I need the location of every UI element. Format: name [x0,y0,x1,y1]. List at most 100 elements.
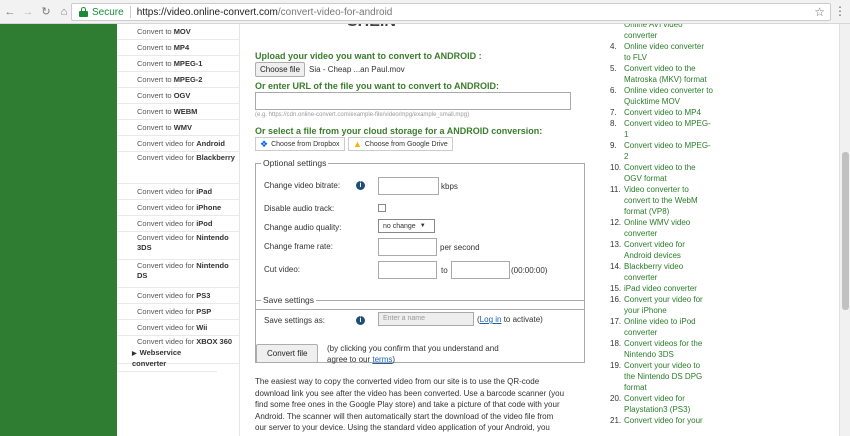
audio-quality-label: Change audio quality: [264,223,342,232]
audio-quality-select[interactable]: no change ▼ [378,219,435,233]
back-arrow-icon[interactable]: ← [2,4,18,20]
bitrate-label: Change video bitrate: [264,181,341,190]
cut-video-label: Cut video: [264,265,301,274]
scrollbar-thumb[interactable] [842,152,849,310]
format-list-item[interactable]: 20. Convert video for Playstation3 (PS3) [605,393,730,415]
sidebar-item[interactable]: Convert video for PS3 [117,288,240,304]
format-list-item[interactable]: 4. Online video converter to FLV [605,41,730,63]
frame-rate-label: Change frame rate: [264,242,333,251]
dropbox-button[interactable]: ❖ Choose from Dropbox [255,137,345,151]
bitrate-input[interactable] [378,177,439,195]
save-settings-legend: Save settings [261,295,317,305]
format-list-item[interactable]: 18. Convert videos for the Nintendo 3DS [605,338,730,360]
sidebar-item[interactable]: Convert video for Blackberry [117,152,240,184]
format-list-item[interactable]: 14. Blackberry video converter [605,261,730,283]
save-as-label: Save settings as: [264,316,325,325]
sidebar: Convert to MOV Convert to MP4 Convert to M… [117,24,240,436]
scrollbar[interactable] [839,24,850,436]
format-list-item[interactable]: 13. Convert video for Android devices [605,239,730,261]
format-list-item[interactable]: 8. Convert video to MPEG- 1 [605,118,730,140]
secure-label: Secure [92,6,124,18]
optional-settings-legend: Optional settings [261,158,329,168]
cut-end-input[interactable] [451,261,510,279]
login-hint: (Log in to activate) [477,315,543,324]
left-background [0,24,117,436]
address-bar[interactable]: Secure https://video.online-convert.com/… [71,3,831,21]
bookmark-star-icon[interactable]: ☆ [814,5,825,19]
sidebar-item[interactable]: Convert to MOV [117,24,240,40]
sidebar-item[interactable]: Convert to OGV [117,88,240,104]
url-example: (e.g. https://cdn.online-convert.com/exa… [255,112,470,118]
info-icon[interactable]: i [356,316,365,325]
sidebar-item[interactable]: Convert video for iPad [117,184,240,200]
dropdown-arrow-icon: ▼ [419,223,426,229]
sidebar-item[interactable]: Convert to MPEG-1 [117,56,240,72]
sidebar-item[interactable]: Convert video for PSP [117,304,240,320]
paragraph-line: our server to your device. Using the sta… [255,423,550,432]
sidebar-item[interactable]: Convert video for Wii [117,320,240,336]
convert-file-button[interactable]: Convert file [256,344,319,363]
reload-icon[interactable]: ↻ [38,4,54,20]
file-picker: Choose file Sia - Cheap ...an Paul.mov [255,62,405,77]
save-name-input[interactable]: Enter a name [378,312,474,326]
format-list-item[interactable]: 6. Online video converter to Quicktime MOV [605,85,730,107]
sidebar-item-webservice[interactable]: ▶ Webservice converter [117,346,217,372]
sidebar-item[interactable]: Convert to WMV [117,120,240,136]
forward-arrow-icon[interactable]: → [20,4,36,20]
home-icon[interactable]: ⌂ [56,4,72,20]
cut-to-label: to [441,266,448,275]
sidebar-item[interactable]: Convert to MP4 [117,40,240,56]
browser-menu-icon[interactable]: ⋮ [834,4,846,18]
triangle-right-icon: ▶ [132,351,137,357]
url-title: Or enter URL of the file you want to con… [255,81,500,91]
browser-toolbar: ← → ↻ ⌂ Secure https://video.online-conv… [0,0,850,24]
url-input[interactable] [255,92,571,110]
format-list-item[interactable]: Online AVI video converter [605,24,730,41]
format-list-item[interactable]: 21. Convert video for your [605,415,730,426]
sidebar-item[interactable]: Convert video for Nintendo DS [117,260,240,288]
disable-audio-checkbox[interactable] [378,204,386,212]
disable-audio-label: Disable audio track: [264,204,335,213]
dropbox-icon: ❖ [260,138,269,149]
paragraph-line: download link you see after the video ha… [255,388,565,398]
terms-link[interactable]: terms [372,355,392,364]
google-drive-button[interactable]: ▲ Choose from Google Drive [348,137,453,151]
paragraph-line: The easiest way to copy the converted vi… [255,377,540,386]
format-list-item[interactable]: 19. Convert your video to the Nintendo DS … [605,360,730,393]
format-list-item[interactable]: 11. Video converter to convert to the WebM… [605,184,730,217]
format-list-item[interactable]: 10. Convert video to the OGV format [605,162,730,184]
cloud-title: Or select a file from your cloud storage… [255,126,543,136]
format-list-item[interactable]: 7. Convert video to MP4 [605,107,730,118]
sidebar-item[interactable]: Convert to MPEG-2 [117,72,240,88]
sidebar-item[interactable]: Convert video for Nintendo 3DS [117,232,240,260]
google-drive-icon: ▲ [353,139,362,149]
choose-file-button[interactable]: Choose file [255,62,306,77]
lock-icon [79,7,88,17]
frame-rate-input[interactable] [378,238,437,256]
cut-format-hint: (00:00:00) [511,266,548,275]
bitrate-unit: kbps [441,182,458,191]
paragraph-line: find some free ones in the Google Play s… [255,400,560,409]
format-list-item[interactable]: 17. Online video to iPod converter [605,316,730,338]
paragraph-line: Android. The scanner will then automatic… [255,411,554,421]
sidebar-item[interactable]: Convert video for iPod [117,216,240,232]
format-list: Online AVI video converter 4. Online video … [605,24,730,436]
format-list-item[interactable]: 16. Convert your video for your iPhone [605,294,730,316]
sidebar-item[interactable]: Convert video for Android [117,136,240,152]
info-icon[interactable]: i [356,181,365,190]
terms-notice: (by clicking you confirm that you unders… [327,344,499,364]
sidebar-item[interactable]: Convert to WEBM [117,104,240,120]
chosen-file-name: Sia - Cheap ...an Paul.mov [309,65,405,74]
main-content: SHEIN Upload your video you want to conv… [247,24,602,436]
format-list-item[interactable]: 9. Convert video to MPEG- 2 [605,140,730,162]
format-list-item[interactable]: 15. iPad video converter [605,283,730,294]
format-list-item[interactable]: 5. Convert video to the Matroska (MKV) for… [605,63,730,85]
cut-start-input[interactable] [378,261,437,279]
upload-title: Upload your video you want to convert to… [255,51,482,61]
url-text[interactable]: https://video.online-convert.com/convert… [137,7,393,18]
frame-rate-unit: per second [440,243,480,252]
format-list-item[interactable]: 12. Online WMV video converter [605,217,730,239]
sidebar-item[interactable]: Convert video for iPhone [117,200,240,216]
login-link[interactable]: Log in [480,315,502,324]
page-title-fragment: SHEIN [347,24,447,26]
